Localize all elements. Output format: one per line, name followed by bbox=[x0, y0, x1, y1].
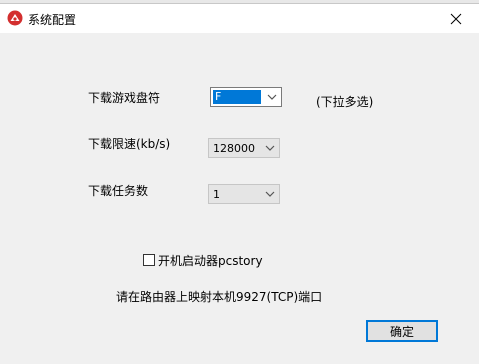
drive-label: 下载游戏盘符 bbox=[88, 91, 161, 105]
window-title: 系统配置 bbox=[28, 13, 77, 27]
speed-value: 128000 bbox=[213, 142, 255, 155]
port-note: 请在路由器上映射本机9927(TCP)端口 bbox=[116, 290, 323, 304]
config-dialog: 系统配置 下载游戏盘符 F (下拉多选) 下载限速(kb/s) 128000 下… bbox=[0, 3, 479, 364]
task-label: 下载任务数 bbox=[88, 184, 149, 198]
chevron-down-icon bbox=[267, 94, 277, 100]
title-bar[interactable]: 系统配置 bbox=[0, 4, 479, 33]
autostart-label[interactable]: 开机启动器pcstory bbox=[158, 252, 263, 269]
speed-combobox[interactable]: 128000 bbox=[208, 138, 280, 158]
drive-combobox[interactable]: F bbox=[210, 87, 282, 107]
task-combobox[interactable]: 1 bbox=[208, 184, 280, 204]
speed-label: 下载限速(kb/s) bbox=[88, 137, 171, 151]
drive-hint: (下拉多选) bbox=[316, 95, 374, 109]
chevron-down-icon bbox=[265, 191, 275, 197]
drive-selected-value: F bbox=[213, 90, 261, 104]
app-icon bbox=[7, 10, 23, 26]
autostart-checkbox[interactable] bbox=[143, 254, 155, 266]
ok-button-label: 确定 bbox=[389, 324, 414, 339]
ok-button[interactable]: 确定 bbox=[366, 320, 438, 342]
close-icon bbox=[450, 13, 462, 24]
task-value: 1 bbox=[213, 188, 220, 201]
close-button[interactable] bbox=[433, 4, 479, 33]
chevron-down-icon bbox=[265, 145, 275, 151]
